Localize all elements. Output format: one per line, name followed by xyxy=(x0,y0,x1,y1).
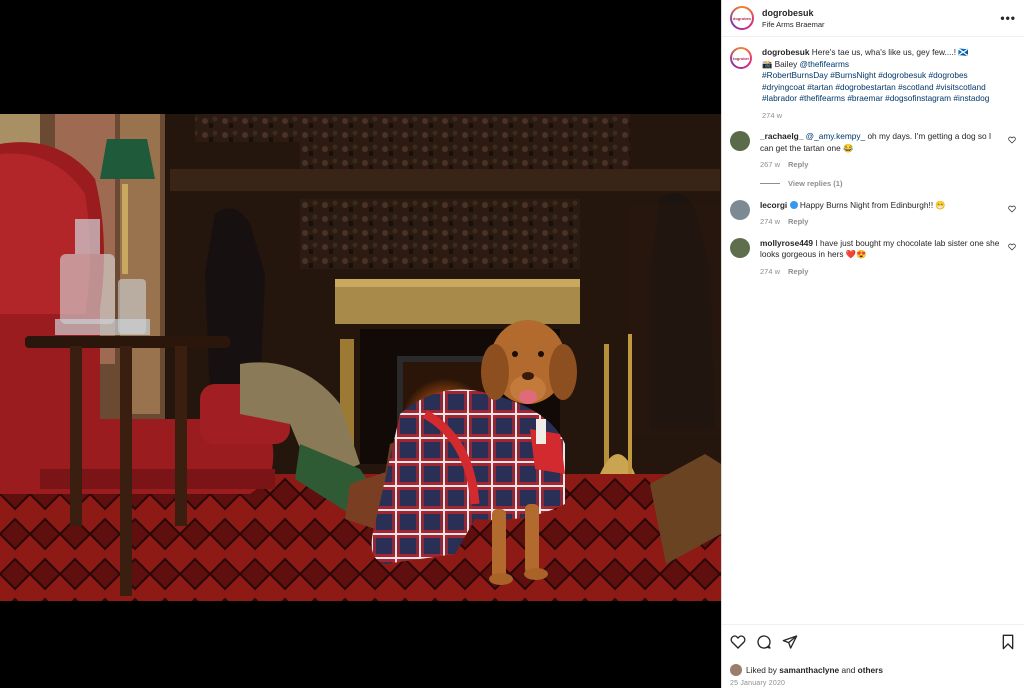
media-viewer xyxy=(0,0,721,688)
post-photo[interactable] xyxy=(0,114,721,601)
likes-summary[interactable]: Liked by samanthaclyne and others xyxy=(730,664,1016,676)
comment-mention[interactable]: @_amy.kempy_ xyxy=(806,131,865,141)
view-replies-button[interactable]: View replies (1) xyxy=(760,179,1016,188)
comment-username[interactable]: lecorgi xyxy=(760,200,787,210)
like-comment-icon[interactable] xyxy=(1008,205,1016,213)
comment-time[interactable]: 267 w xyxy=(760,160,780,169)
post-header: dogrobes dogrobesuk Fife Arms Braemar ••… xyxy=(722,0,1024,37)
caption-credit: 📸 Bailey xyxy=(762,58,798,69)
comment-username[interactable]: _rachaelg_ xyxy=(760,131,803,141)
comment-icon[interactable] xyxy=(756,634,772,650)
reply-button[interactable]: Reply xyxy=(788,267,808,276)
caption-username[interactable]: dogrobesuk xyxy=(762,47,809,57)
view-replies-label: View replies (1) xyxy=(788,178,843,188)
comment-text: Happy Burns Night from Edinburgh!! 😁 xyxy=(799,199,946,210)
like-comment-icon[interactable] xyxy=(1008,243,1016,251)
like-comment-icon[interactable] xyxy=(1008,136,1016,144)
caption-hashtags[interactable]: #RobertBurnsDay #BurnsNight #dogrobesuk … xyxy=(762,70,989,103)
caption-avatar[interactable]: dogrobes xyxy=(730,47,752,69)
comment-time[interactable]: 274 w xyxy=(760,267,780,276)
post-username[interactable]: dogrobesuk xyxy=(762,8,1000,18)
comment-avatar[interactable] xyxy=(730,199,750,220)
comments-section: dogrobes dogrobesuk Here's tae us, wha's… xyxy=(722,37,1024,624)
likes-others[interactable]: others xyxy=(858,665,883,675)
likes-and: and xyxy=(841,665,856,675)
comment-item: lecorgi Happy Burns Night from Edinburgh… xyxy=(730,199,1016,228)
comment-username[interactable]: mollyrose449 xyxy=(760,238,813,248)
more-options-icon[interactable]: ••• xyxy=(1000,11,1016,25)
caption-mention[interactable]: @thefifearms xyxy=(800,59,849,69)
caption: dogrobes dogrobesuk Here's tae us, wha's… xyxy=(730,47,1016,121)
verified-badge-icon xyxy=(789,200,798,209)
likes-user[interactable]: samanthaclyne xyxy=(779,665,839,675)
liker-avatar xyxy=(730,664,742,676)
post-date[interactable]: 25 January 2020 xyxy=(730,680,1016,687)
reply-button[interactable]: Reply xyxy=(788,160,808,169)
post-actions: Liked by samanthaclyne and others 25 Jan… xyxy=(722,624,1024,687)
comment-avatar[interactable] xyxy=(730,237,750,258)
caption-avatar-logo-text: dogrobes xyxy=(732,55,750,61)
avatar-logo-text: dogrobes xyxy=(732,15,752,21)
replies-line xyxy=(760,182,780,184)
likes-prefix: Liked by xyxy=(746,665,777,675)
comment-item: _rachaelg_ @_amy.kempy_ oh my days. I'm … xyxy=(730,131,1016,171)
caption-time[interactable]: 274 w xyxy=(762,110,1002,122)
post-sidebar: dogrobes dogrobesuk Fife Arms Braemar ••… xyxy=(721,0,1024,688)
comment-time[interactable]: 274 w xyxy=(760,217,780,226)
share-icon[interactable] xyxy=(782,634,798,650)
save-bookmark-icon[interactable] xyxy=(1000,634,1016,650)
comment-avatar[interactable] xyxy=(730,131,750,151)
like-heart-icon[interactable] xyxy=(730,634,746,650)
comment-item: mollyrose449 I have just bought my choco… xyxy=(730,237,1016,278)
caption-body: dogrobesuk Here's tae us, wha's like us,… xyxy=(762,47,1016,121)
reply-button[interactable]: Reply xyxy=(788,217,808,226)
post-location[interactable]: Fife Arms Braemar xyxy=(762,20,1000,29)
caption-text: Here's tae us, wha's like us, gey few...… xyxy=(811,47,969,57)
avatar[interactable]: dogrobes xyxy=(730,6,754,30)
